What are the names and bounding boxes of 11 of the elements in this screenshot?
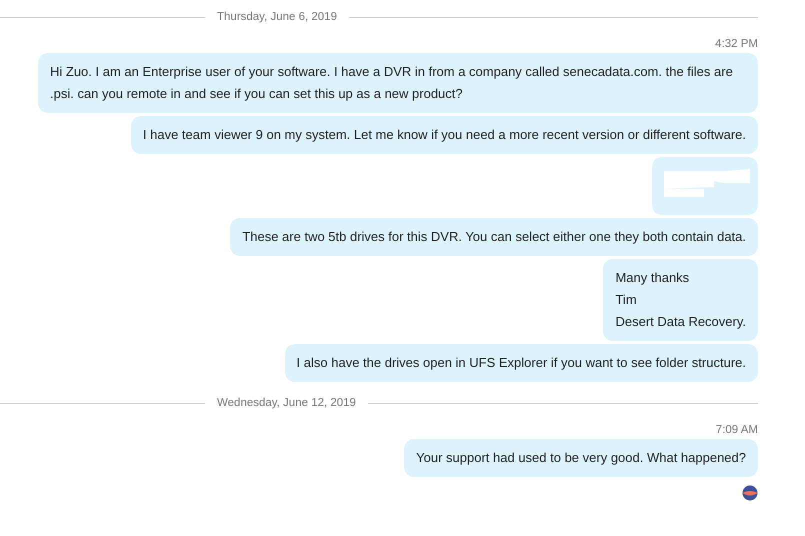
message-time: 7:09 AM: [714, 424, 758, 436]
message-bubble: Hi Zuo. I am an Enterprise user of your software. I have a DVR in from a company called senecadata.com. the files are .psi. can you remote in and see if you can set this up as a new product?: [38, 53, 758, 113]
message-bubble: Your support had used to be very good. What happened?: [404, 439, 758, 477]
message-bubble: I have team viewer 9 on my system. Let me know if you need a more recent version or different software.: [130, 116, 758, 154]
message-bubble: I also have the drives open in UFS Explorer if you want to see folder structure.: [284, 344, 758, 382]
date-divider: Thursday, June 6, 2019: [217, 11, 337, 23]
message-bubble: Many thanks Tim Desert Data Recovery.: [603, 259, 758, 341]
date-divider: Wednesday, June 12, 2019: [217, 397, 356, 409]
message-bubble: These are two 5tb drives for this DVR. You can select either one they both contain data.: [230, 218, 758, 256]
message-time: 4:32 PM: [714, 38, 758, 50]
avatar-icon: [742, 485, 758, 501]
